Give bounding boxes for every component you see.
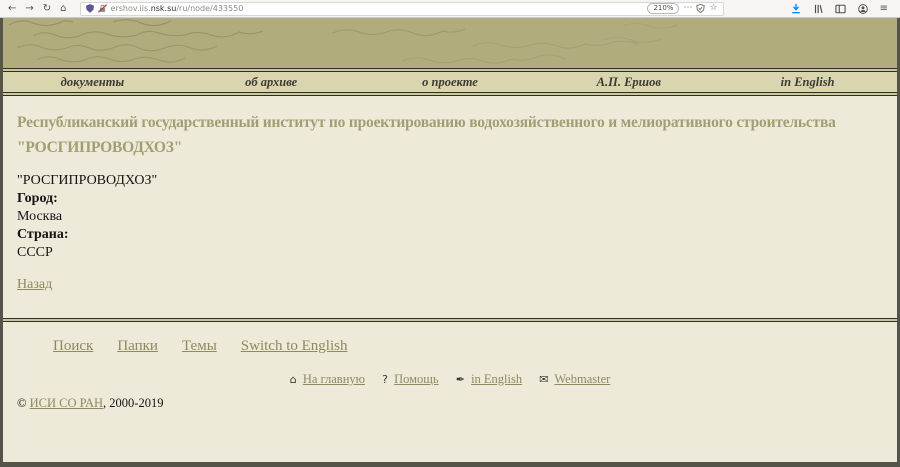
- account-icon[interactable]: [858, 4, 868, 14]
- folders-link[interactable]: Папки: [117, 338, 158, 355]
- tracking-shield-icon[interactable]: [86, 4, 94, 13]
- page-frame: документы об архиве о проекте А.П. Ершов…: [0, 18, 900, 467]
- help-link[interactable]: Помощь: [394, 372, 439, 386]
- page-title: Республиканский государственный институт…: [17, 110, 883, 160]
- sidebars-icon[interactable]: [835, 4, 846, 14]
- home-button[interactable]: ⌂: [60, 4, 66, 14]
- home-icon: ⌂: [290, 373, 297, 386]
- toolbar-right-icons: ≡: [791, 3, 892, 14]
- main-menu: документы об архиве о проекте А.П. Ершов…: [3, 72, 897, 92]
- switch-to-english-link[interactable]: Switch to English: [241, 338, 348, 355]
- search-link[interactable]: Поиск: [53, 338, 93, 355]
- back-button[interactable]: ←: [8, 4, 16, 14]
- in-english-link[interactable]: in English: [471, 372, 522, 386]
- menu-hamburger-icon[interactable]: ≡: [880, 4, 888, 14]
- city-value: Москва: [17, 208, 883, 226]
- bookmark-star-icon[interactable]: ☆: [709, 4, 717, 13]
- home-page-link[interactable]: На главную: [303, 372, 365, 386]
- back-link[interactable]: Назад: [17, 277, 52, 292]
- footer-utility-links: ⌂ На главную ? Помощь ✒ in English ✉ Web…: [3, 372, 897, 387]
- organization-name: "РОСГИПРОВОДХОЗ": [17, 172, 883, 190]
- address-bar[interactable]: ershov.iis.nsk.su/ru/node/433550 210% ⋯ …: [80, 2, 724, 16]
- country-label: Страна:: [17, 226, 883, 244]
- footer: Поиск Папки Темы Switch to English ⌂ На …: [3, 322, 897, 462]
- menu-item-about-project[interactable]: о проекте: [361, 72, 540, 92]
- protections-shield-icon[interactable]: [696, 4, 705, 13]
- page-actions-icon[interactable]: ⋯: [683, 4, 692, 13]
- pen-icon: ✒: [456, 373, 465, 386]
- menu-item-documents[interactable]: документы: [3, 72, 182, 92]
- footer-nav-links: Поиск Папки Темы Switch to English: [53, 338, 897, 355]
- copyright-years: , 2000-2019: [103, 396, 163, 410]
- isi-sbras-link[interactable]: ИСИ СО РАН: [30, 396, 103, 410]
- handwriting-background-image: [3, 18, 897, 68]
- downloads-icon[interactable]: [791, 3, 801, 14]
- forward-button[interactable]: →: [25, 4, 33, 14]
- header-banner: [3, 18, 897, 68]
- envelope-icon: ✉: [539, 373, 548, 386]
- main-content: Республиканский государственный институт…: [3, 96, 897, 318]
- city-label: Город:: [17, 190, 883, 208]
- topics-link[interactable]: Темы: [182, 338, 217, 355]
- library-icon[interactable]: [813, 4, 823, 14]
- url-text: ershov.iis.nsk.su/ru/node/433550: [111, 4, 244, 13]
- menu-item-about-archive[interactable]: об архиве: [182, 72, 361, 92]
- zoom-level-badge[interactable]: 210%: [647, 3, 679, 14]
- browser-toolbar: ← → ↻ ⌂ ershov.iis.nsk.su/ru/node/433550…: [0, 0, 900, 18]
- reload-button[interactable]: ↻: [43, 4, 51, 14]
- menu-item-ershov[interactable]: А.П. Ершов: [539, 72, 718, 92]
- question-mark-icon: ?: [382, 373, 388, 386]
- insecure-lock-icon[interactable]: [98, 4, 107, 13]
- copyright-symbol: ©: [17, 396, 27, 410]
- copyright: © ИСИ СО РАН, 2000-2019: [17, 396, 897, 411]
- country-value: СССР: [17, 244, 883, 262]
- webmaster-link[interactable]: Webmaster: [554, 372, 610, 386]
- menu-item-in-english[interactable]: in English: [718, 72, 897, 92]
